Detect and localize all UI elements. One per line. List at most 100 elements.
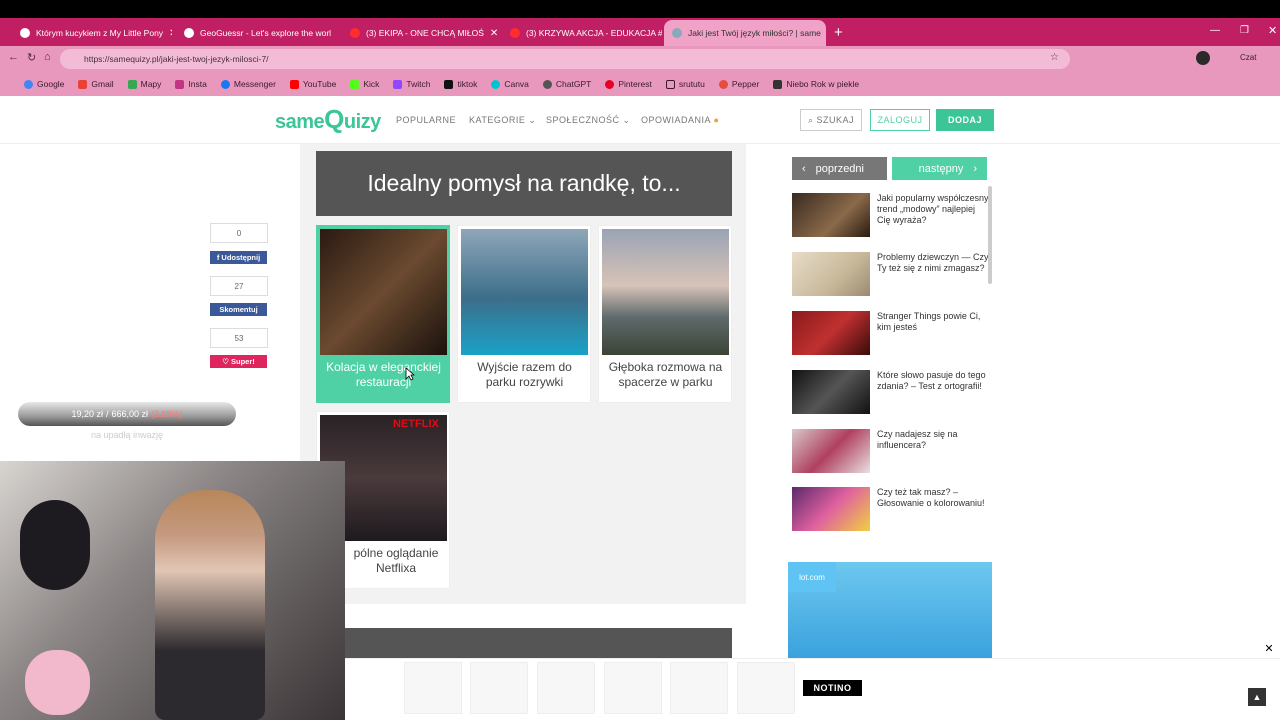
answer-image-walk <box>602 229 729 355</box>
window-top-strip <box>0 0 1280 18</box>
bookmark-maps[interactable]: Mapy <box>127 79 161 89</box>
nav-opowiadania[interactable]: OPOWIADANIA ● <box>641 115 719 125</box>
bookmark-niebo[interactable]: Niebo Rok w piekle <box>773 79 859 89</box>
share-button[interactable]: f Udostępnij <box>210 251 267 264</box>
bookmark-google[interactable]: Google <box>24 79 64 89</box>
super-count: 53 <box>210 328 268 348</box>
home-icon[interactable]: ⌂ <box>44 51 51 63</box>
facebook-icon <box>220 79 230 89</box>
bookmark-chatgpt[interactable]: ChatGPT <box>542 79 591 89</box>
maximize-icon[interactable]: ❐ <box>1240 25 1249 36</box>
samequizy-logo[interactable]: sameQuizy <box>275 104 381 135</box>
minimize-icon[interactable]: — <box>1210 25 1220 36</box>
donation-current: 19,20 zł <box>71 409 103 419</box>
browser-tab-active[interactable]: Jaki jest Twój język miłości? | same ✕ <box>664 20 826 46</box>
related-quiz-item[interactable]: Czy nadajesz się na influencera? <box>792 429 987 479</box>
chevron-down-icon: ⌄ <box>528 115 537 125</box>
browser-tab[interactable]: (3) KRZYWA AKCJA - EDUKACJA # ✕ <box>502 20 662 46</box>
browser-tab[interactable]: Którym kucykiem z My Little Pony ✕ <box>12 20 172 46</box>
site-header <box>0 96 1280 144</box>
mouse-cursor-icon <box>405 367 415 381</box>
related-quiz-thumbnail <box>792 252 870 296</box>
close-tab-icon[interactable]: ✕ <box>169 28 172 39</box>
tab-title: Którym kucykiem z My Little Pony <box>36 28 164 38</box>
bookmark-youtube[interactable]: YouTube <box>289 79 336 89</box>
ad-product[interactable] <box>737 662 795 714</box>
close-ad-icon[interactable]: ✕ <box>1262 641 1276 655</box>
bookmark-kick[interactable]: Kick <box>350 79 379 89</box>
related-quiz-item[interactable]: Czy też tak masz? – Głosowanie o kolorow… <box>792 487 987 537</box>
next-label: następny <box>918 162 964 175</box>
comment-button[interactable]: Skomentuj <box>210 303 267 316</box>
related-quiz-title: Problemy dziewczyn — Czy Ty też się z ni… <box>877 252 989 273</box>
question-title: Idealny pomysł na randkę, to... <box>316 151 732 216</box>
logo-same: same <box>275 111 325 133</box>
search-button[interactable]: ⌕ SZUKAJ <box>800 109 862 131</box>
nav-popularne[interactable]: POPULARNE <box>396 115 456 125</box>
youtube-icon <box>510 28 520 38</box>
youtube-icon <box>350 28 360 38</box>
bookmark-pepper[interactable]: Pepper <box>718 79 760 89</box>
back-icon[interactable]: ← <box>8 51 19 63</box>
samequizy-icon <box>672 28 682 38</box>
star-bookmark-icon[interactable]: ☆ <box>1050 52 1059 63</box>
close-tab-icon[interactable]: ✕ <box>490 28 498 39</box>
new-tab-icon[interactable]: + <box>834 24 843 41</box>
answer-option-2[interactable]: Wyjście razem do parku rozrywki <box>457 225 591 403</box>
nav-kategorie[interactable]: KATEGORIE ⌄ <box>469 115 536 126</box>
answer-option-3[interactable]: Głęboka rozmowa na spacerze w parku <box>598 225 732 403</box>
ad-product[interactable] <box>537 662 595 714</box>
bookmark-insta[interactable]: Insta <box>175 79 207 89</box>
chevron-left-icon: ‹ <box>802 162 806 175</box>
bookmark-tiktok[interactable]: tiktok <box>444 79 477 89</box>
super-button[interactable]: ♡ Super! <box>210 355 267 368</box>
chat-label[interactable]: Czat <box>1240 53 1256 62</box>
related-quiz-thumbnail <box>792 429 870 473</box>
next-quiz-button[interactable]: następny › <box>892 157 987 180</box>
prev-quiz-button[interactable]: ‹ poprzedni <box>792 157 887 180</box>
bookmark-srututu[interactable]: srututu <box>665 79 705 89</box>
bookmark-canva[interactable]: Canva <box>491 79 529 89</box>
tab-title: (3) KRZYWA AKCJA - EDUKACJA # <box>526 28 662 38</box>
add-button[interactable]: DODAJ <box>936 109 994 131</box>
related-quiz-item[interactable]: Problemy dziewczyn — Czy Ty też się z ni… <box>792 252 989 302</box>
reload-icon[interactable]: ↻ <box>27 51 36 64</box>
streamer <box>155 490 265 720</box>
ad-product[interactable] <box>604 662 662 714</box>
donation-caption: na upadłą inwazję <box>90 430 164 440</box>
bookmark-messenger[interactable]: Messenger <box>220 79 276 89</box>
close-window-icon[interactable]: ✕ <box>1268 24 1277 37</box>
bookmark-label: Pepper <box>731 79 760 89</box>
answer-label: Wyjście razem do parku rozrywki <box>477 360 572 389</box>
youtube-icon <box>289 79 299 89</box>
pepper-flame-icon <box>718 79 728 89</box>
tab-title: (3) EKIPA - ONE CHCĄ MIŁOŚ <box>366 28 484 38</box>
ad-product[interactable] <box>470 662 528 714</box>
donation-percent: (2.88%) <box>151 409 183 419</box>
related-quiz-item[interactable]: Stranger Things powie Ci, kim jesteś <box>792 311 987 361</box>
close-tab-icon[interactable]: ✕ <box>337 28 338 39</box>
star-badge-icon: ● <box>713 115 720 125</box>
answer-image-amusement-park <box>461 229 588 355</box>
notino-logo[interactable]: NOTINO <box>803 680 862 696</box>
related-quiz-item[interactable]: Które słowo pasuje do tego zdania? – Tes… <box>792 370 987 420</box>
bookmark-twitch[interactable]: Twitch <box>393 79 430 89</box>
related-quiz-title: Czy też tak masz? – Głosowanie o kolorow… <box>877 487 985 508</box>
nav-spolecznosc[interactable]: SPOŁECZNOŚĆ ⌄ <box>546 115 631 126</box>
login-button[interactable]: ZALOGUJ <box>870 109 930 131</box>
bookmark-gmail[interactable]: Gmail <box>78 79 114 89</box>
ad-product[interactable] <box>404 662 462 714</box>
related-quiz-title: Czy nadajesz się na influencera? <box>877 429 958 450</box>
ad-product[interactable] <box>670 662 728 714</box>
url-input[interactable]: https://samequizy.pl/jaki-jest-twoj-jezy… <box>60 49 1070 69</box>
related-quiz-item[interactable]: Jaki popularny współczesny trend „modowy… <box>792 193 989 243</box>
profile-avatar[interactable] <box>1196 51 1210 65</box>
bookmark-pinterest[interactable]: Pinterest <box>605 79 652 89</box>
chevron-right-icon: › <box>973 162 977 175</box>
browser-tab[interactable]: (3) EKIPA - ONE CHCĄ MIŁOŚ ✕ <box>342 20 500 46</box>
answer-option-1[interactable]: Kolacja w eleganckiej restauracji <box>316 225 450 403</box>
scroll-to-top-icon[interactable]: ▲ <box>1248 688 1266 706</box>
sidebar-scrollbar[interactable] <box>988 186 992 284</box>
browser-tab[interactable]: GeoGuessr - Let's explore the worl ✕ <box>176 20 338 46</box>
donation-goal: 666,00 zł <box>111 409 149 419</box>
